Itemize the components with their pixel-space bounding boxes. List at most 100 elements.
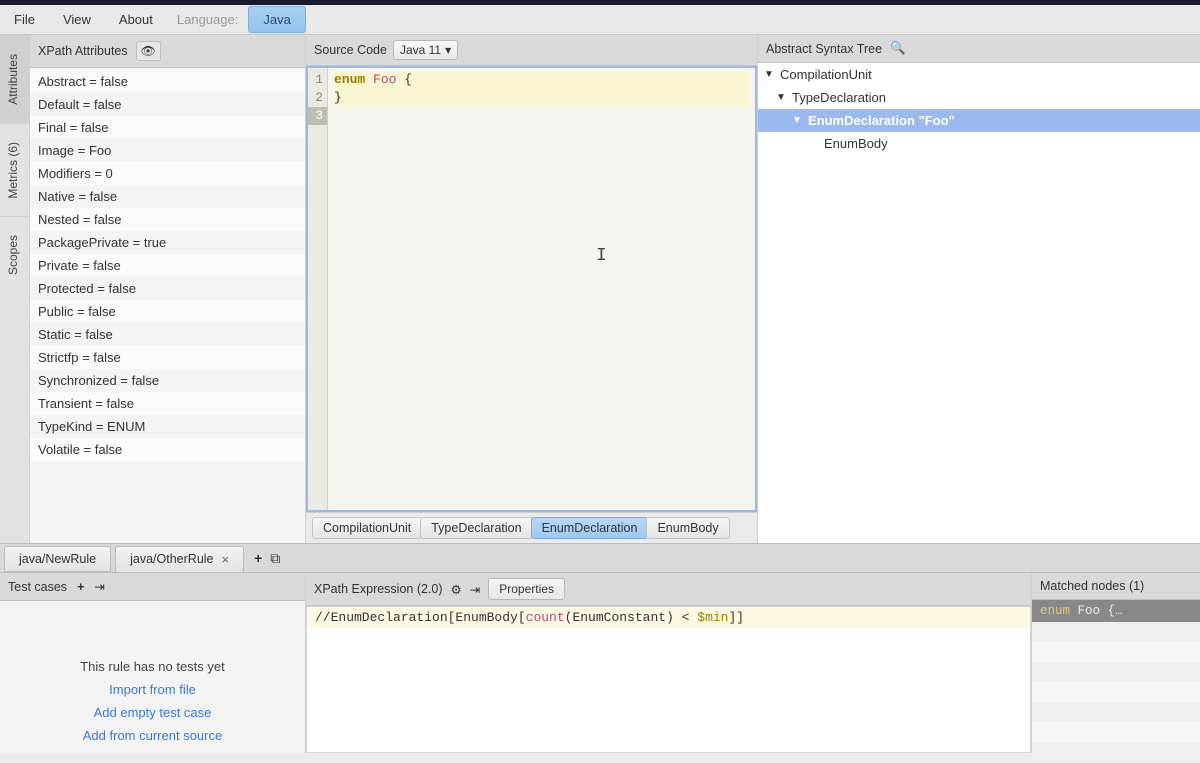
bottom-area: Test cases + ⇥ This rule has no tests ye…	[0, 573, 1200, 753]
rule-tab-newrule[interactable]: java/NewRule	[4, 546, 111, 572]
attr-row[interactable]: Volatile = false	[30, 438, 305, 461]
tree-node-label: EnumDeclaration "Foo"	[808, 113, 955, 128]
attr-row[interactable]: Transient = false	[30, 392, 305, 415]
tree-node-typedeclaration[interactable]: ▼ TypeDeclaration	[758, 86, 1200, 109]
menu-view[interactable]: View	[49, 6, 105, 33]
list-stripe	[1032, 722, 1200, 742]
xpath-text: //EnumDeclaration[EnumBody[	[315, 610, 526, 625]
crumb-typedeclaration[interactable]: TypeDeclaration	[420, 517, 532, 539]
xpath-text: count	[526, 610, 565, 625]
attr-row[interactable]: Abstract = false	[30, 70, 305, 93]
rule-tab-otherrule[interactable]: java/OtherRule ×	[115, 546, 244, 573]
gutter-line: 3	[308, 107, 327, 125]
list-stripe	[1032, 622, 1200, 642]
tree-node-label: TypeDeclaration	[792, 90, 886, 105]
attributes-header: XPath Attributes 👁	[30, 35, 305, 68]
matched-list[interactable]: enum Foo {…	[1032, 600, 1200, 762]
menu-about[interactable]: About	[105, 6, 167, 33]
attr-row[interactable]: Static = false	[30, 323, 305, 346]
attr-row[interactable]: Public = false	[30, 300, 305, 323]
attr-row[interactable]: Image = Foo	[30, 139, 305, 162]
matched-node-text: Foo {…	[1070, 604, 1123, 618]
tests-import-link[interactable]: Import from file	[109, 682, 196, 697]
menu-file[interactable]: File	[0, 6, 49, 33]
copy-icon[interactable]: ⧉	[270, 550, 280, 567]
gutter-line: 2	[308, 89, 327, 107]
attr-row[interactable]: PackagePrivate = true	[30, 231, 305, 254]
attributes-title: XPath Attributes	[38, 44, 128, 58]
properties-button[interactable]: Properties	[488, 578, 565, 600]
close-icon[interactable]: ×	[222, 552, 230, 567]
ast-title: Abstract Syntax Tree	[766, 42, 882, 56]
attributes-list[interactable]: Abstract = false Default = false Final =…	[30, 68, 305, 543]
crumb-enumbody[interactable]: EnumBody	[646, 517, 729, 539]
main-area: Attributes Metrics (6) Scopes XPath Attr…	[0, 35, 1200, 543]
list-stripe	[1032, 642, 1200, 662]
gutter-line: 1	[308, 71, 327, 89]
matched-node-row[interactable]: enum Foo {…	[1032, 600, 1200, 622]
xpath-text: ]]	[729, 610, 745, 625]
tree-node-enumbody[interactable]: EnumBody	[758, 132, 1200, 155]
export-icon[interactable]: ⇥	[470, 582, 480, 597]
list-stripe	[1032, 702, 1200, 722]
code-gutter: 1 2 3	[308, 68, 328, 510]
side-tab-metrics[interactable]: Metrics (6)	[0, 123, 29, 217]
code-text: enum	[334, 72, 365, 87]
attr-row[interactable]: TypeKind = ENUM	[30, 415, 305, 438]
crumb-compilationunit[interactable]: CompilationUnit	[312, 517, 422, 539]
gear-icon[interactable]: ⚙	[451, 582, 462, 597]
eye-off-icon[interactable]: 👁	[136, 41, 161, 61]
ast-tree[interactable]: ▼ CompilationUnit ▼ TypeDeclaration ▼ En…	[758, 63, 1200, 543]
ast-panel: Abstract Syntax Tree 🔍 ▼ CompilationUnit…	[758, 35, 1200, 543]
xpath-header: XPath Expression (2.0) ⚙ ⇥ Properties	[306, 573, 1031, 606]
tests-header: Test cases + ⇥	[0, 573, 305, 601]
tree-node-label: CompilationUnit	[780, 67, 872, 82]
tests-body: This rule has no tests yet Import from f…	[0, 601, 305, 753]
plus-icon[interactable]: +	[77, 580, 84, 594]
side-tab-scopes[interactable]: Scopes	[0, 216, 29, 293]
menu-bar: File View About Language: Java	[0, 5, 1200, 35]
attr-row[interactable]: Strictfp = false	[30, 346, 305, 369]
export-icon[interactable]: ⇥	[94, 579, 104, 594]
java-version-select[interactable]: Java 11 ▾	[393, 40, 458, 60]
attributes-panel: XPath Attributes 👁 Abstract = false Defa…	[30, 35, 306, 543]
matched-header: Matched nodes (1)	[1032, 573, 1200, 600]
tree-node-enumdeclaration[interactable]: ▼ EnumDeclaration "Foo"	[758, 109, 1200, 132]
tree-toggle-icon[interactable]: ▼	[792, 115, 802, 126]
code-lines[interactable]: enum Foo { } I	[328, 68, 755, 510]
source-title: Source Code	[314, 43, 387, 57]
code-editor[interactable]: 1 2 3 enum Foo { } I	[306, 66, 757, 512]
tree-toggle-icon[interactable]: ▼	[764, 69, 774, 80]
menu-language-value[interactable]: Java	[248, 6, 305, 33]
rule-actions: + ⧉	[254, 550, 280, 567]
attr-row[interactable]: Default = false	[30, 93, 305, 116]
crumb-enumdeclaration[interactable]: EnumDeclaration	[531, 517, 649, 539]
attr-row[interactable]: Modifiers = 0	[30, 162, 305, 185]
tree-node-label: EnumBody	[824, 136, 888, 151]
search-icon[interactable]: 🔍	[890, 41, 906, 56]
menu-language-label: Language:	[167, 6, 248, 33]
tree-node-compilationunit[interactable]: ▼ CompilationUnit	[758, 63, 1200, 86]
tree-toggle-icon[interactable]: ▼	[776, 92, 786, 103]
code-text: Foo	[365, 72, 396, 87]
list-stripe	[1032, 682, 1200, 702]
tests-add-current-link[interactable]: Add from current source	[83, 728, 222, 743]
xpath-title: XPath Expression (2.0)	[314, 582, 443, 596]
xpath-panel: XPath Expression (2.0) ⚙ ⇥ Properties //…	[306, 573, 1032, 753]
matched-panel: Matched nodes (1) enum Foo {…	[1032, 573, 1200, 753]
matched-node-text: enum	[1040, 604, 1070, 618]
tests-title: Test cases	[8, 580, 67, 594]
attr-row[interactable]: Protected = false	[30, 277, 305, 300]
attr-row[interactable]: Final = false	[30, 116, 305, 139]
xpath-editor[interactable]: //EnumDeclaration[EnumBody[count(EnumCon…	[306, 606, 1031, 753]
attr-row[interactable]: Nested = false	[30, 208, 305, 231]
side-tabs: Attributes Metrics (6) Scopes	[0, 35, 30, 543]
tests-add-empty-link[interactable]: Add empty test case	[94, 705, 212, 720]
attr-row[interactable]: Synchronized = false	[30, 369, 305, 392]
tests-panel: Test cases + ⇥ This rule has no tests ye…	[0, 573, 306, 753]
attr-row[interactable]: Native = false	[30, 185, 305, 208]
side-tab-attributes[interactable]: Attributes	[0, 35, 29, 123]
attr-row[interactable]: Private = false	[30, 254, 305, 277]
rules-tab-bar: java/NewRule java/OtherRule × + ⧉	[0, 543, 1200, 573]
plus-icon[interactable]: +	[254, 550, 262, 567]
